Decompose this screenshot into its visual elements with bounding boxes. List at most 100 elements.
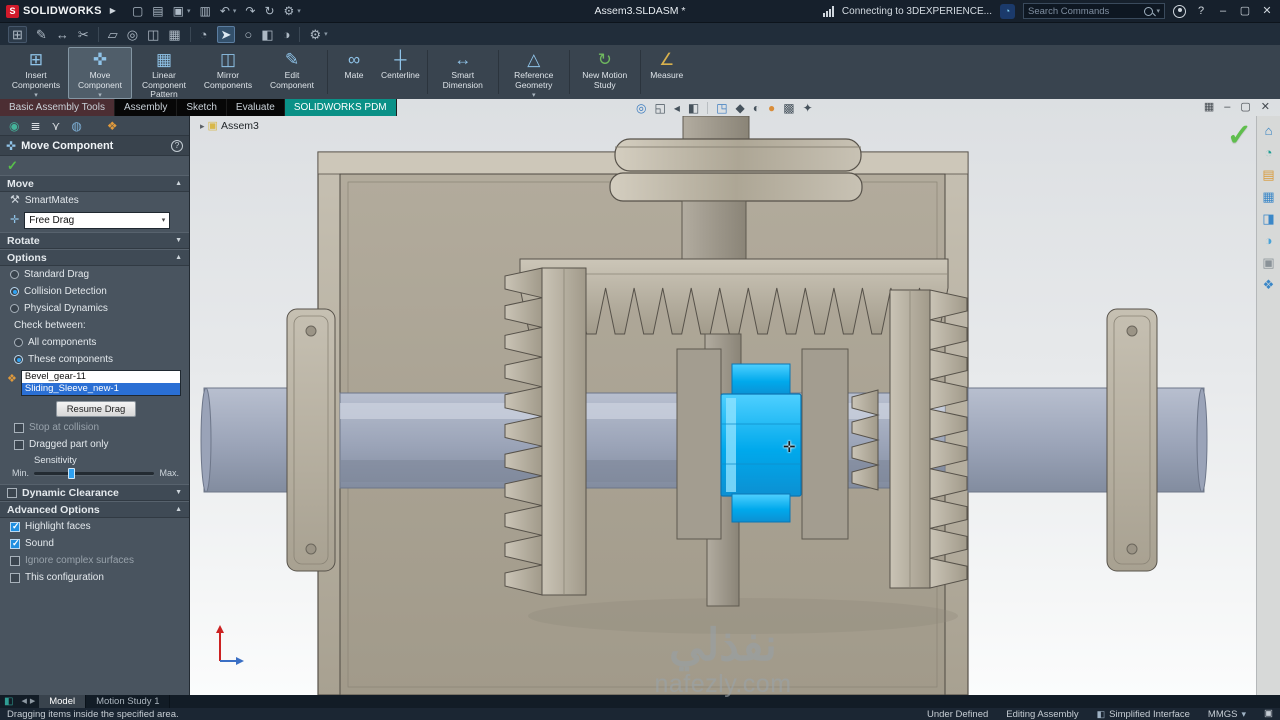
doc-close-icon[interactable]: ✕ — [1261, 102, 1270, 113]
flyout-arrow-icon[interactable]: ▶ — [110, 7, 116, 15]
hide-show-items-icon[interactable]: ◐ — [753, 102, 760, 114]
left-spider-plate[interactable] — [676, 348, 722, 540]
ribbon-button-mirror-components[interactable]: ◫ Mirror Components — [196, 47, 260, 99]
convert-entities-icon[interactable]: ▱ — [108, 28, 118, 41]
right-axle-shaft[interactable] — [967, 387, 1208, 493]
search-icon[interactable] — [1144, 6, 1154, 16]
tab-basic-assembly-tools[interactable]: Basic Assembly Tools — [0, 99, 115, 116]
left-bevel-gear[interactable] — [504, 267, 587, 596]
offset-icon[interactable]: ◎ — [127, 28, 138, 41]
section-header-dynamic-clearance[interactable]: Dynamic Clearance ▼ — [0, 484, 189, 501]
ribbon-button-reference-geometry[interactable]: △ Reference Geometry ▾ — [502, 47, 566, 99]
view-palette-icon[interactable]: ◨ — [1262, 212, 1274, 225]
status-tag-icon[interactable]: ▣ — [1264, 709, 1273, 719]
search-input[interactable] — [1028, 5, 1142, 17]
graphics-area[interactable]: ▸ ▣ Assem3 ◎ ◱ ◂ ◧ ◳ ◆ ◐ ● ▩ ✦ ▦ – ▢ ✕ ✓… — [0, 99, 1280, 698]
trim-icon[interactable]: ✂ — [78, 28, 89, 41]
options-gear-icon[interactable]: ⚙ — [284, 5, 295, 17]
dragged-part-only-checkbox[interactable]: Dragged part only — [0, 436, 189, 453]
sensitivity-slider[interactable] — [34, 467, 155, 479]
window-minimize-icon[interactable]: – — [1216, 5, 1230, 17]
window-restore-icon[interactable]: ▢ — [1238, 5, 1252, 17]
custom-properties-icon[interactable]: ▣ — [1262, 256, 1274, 269]
view-settings-icon[interactable]: ✦ — [803, 102, 813, 114]
right-bearing-flange[interactable] — [1106, 308, 1158, 572]
ribbon-button-linear-component-pattern[interactable]: ▦ Linear Component Pattern ▾ — [132, 47, 196, 109]
section-view-icon[interactable]: ◧ — [688, 102, 699, 114]
left-bearing-flange[interactable] — [286, 308, 336, 572]
previous-view-icon[interactable]: ◂ — [674, 102, 680, 114]
these-components-radio[interactable]: These components — [0, 351, 189, 368]
status-units[interactable]: MMGS ▾ — [1208, 709, 1246, 720]
chevron-down-icon[interactable]: ▾ — [1156, 8, 1160, 15]
collision-detection-radio[interactable]: Collision Detection — [0, 283, 189, 300]
zoom-area-icon[interactable]: ◱ — [654, 102, 665, 114]
stop-at-collision-checkbox[interactable]: Stop at collision — [0, 419, 189, 436]
ribbon-button-edit-component[interactable]: ✎ Edit Component — [260, 47, 324, 99]
assembly-name[interactable]: Assem3 — [221, 120, 259, 132]
smartmates-row[interactable]: ⚒ SmartMates — [0, 192, 189, 209]
physical-dynamics-radio[interactable]: Physical Dynamics — [0, 300, 189, 317]
dimension-icon[interactable]: ↔ — [56, 28, 69, 41]
status-simplified-interface[interactable]: ◧ Simplified Interface — [1097, 709, 1190, 720]
apply-scene-icon[interactable]: ▩ — [783, 102, 794, 114]
drag-mode-dropdown[interactable]: Free Drag ▾ — [24, 212, 171, 229]
pattern-icon[interactable]: ▦ — [168, 28, 180, 41]
tab-motion-study-1[interactable]: Motion Study 1 — [86, 695, 171, 708]
chevron-down-icon[interactable]: ▾ — [297, 8, 301, 15]
this-configuration-checkbox[interactable]: This configuration — [0, 569, 189, 586]
3dexperience-compass-icon[interactable]: ◔ — [1000, 3, 1015, 19]
solidworks-resources-icon[interactable]: ◧ — [0, 695, 17, 708]
ignore-complex-surfaces-checkbox[interactable]: Ignore complex surfaces — [0, 552, 189, 569]
ribbon-button-new-motion-study[interactable]: ↻ New Motion Study — [573, 47, 637, 99]
ribbon-button-measure[interactable]: ∠ Measure — [644, 47, 690, 99]
save-icon[interactable]: ▣ — [173, 5, 184, 17]
help-icon[interactable]: ? — [1194, 5, 1208, 17]
tab-assembly[interactable]: Assembly — [115, 99, 178, 116]
confirm-ok-button[interactable]: ✓ — [1227, 121, 1252, 151]
open-document-icon[interactable]: ▤ — [152, 5, 163, 17]
zoom-fit-icon[interactable]: ◎ — [636, 102, 646, 114]
edit-appearance-icon[interactable]: ● — [768, 102, 775, 114]
displaymanager-tab-icon[interactable]: ◍ — [71, 120, 81, 132]
featuremanager-tab-icon[interactable]: ≣ — [30, 120, 40, 132]
ok-button[interactable]: ✓ — [7, 159, 18, 172]
zoom-icon[interactable]: ○ — [244, 28, 252, 41]
user-account-icon[interactable] — [1173, 4, 1186, 18]
viewport-layout-icon[interactable]: ▦ — [1204, 102, 1214, 113]
ribbon-button-mate[interactable]: ∞ Mate — [331, 47, 377, 99]
list-item[interactable]: Bevel_gear-11 — [22, 371, 180, 383]
solidworks-logo[interactable]: S SOLIDWORKS — [6, 4, 102, 18]
window-close-icon[interactable]: ✕ — [1260, 5, 1274, 17]
tab-scroll-right-icon[interactable]: ▶ — [30, 698, 35, 705]
fillet-icon[interactable]: ◔ — [200, 28, 208, 41]
rebuild-icon[interactable]: ↻ — [264, 5, 274, 17]
appearances-tab-icon[interactable]: ❖ — [107, 120, 118, 132]
3d-viewport-scene[interactable] — [190, 116, 1256, 695]
tab-solidworks-pdm[interactable]: SOLIDWORKS PDM — [284, 99, 397, 116]
dynamic-clearance-checkbox[interactable] — [7, 487, 17, 498]
settings-gear-icon[interactable]: ⚙ — [309, 28, 321, 41]
list-item-selected[interactable]: Sliding_Sleeve_new-1 — [21, 383, 180, 395]
home-icon[interactable]: ⌂ — [1265, 124, 1273, 137]
all-components-radio[interactable]: All components — [0, 334, 189, 351]
propertymanager-tab-icon[interactable]: ◉ — [9, 120, 19, 132]
new-document-icon[interactable]: ▢ — [132, 5, 143, 17]
section-header-advanced-options[interactable]: Advanced Options ▲ — [0, 501, 189, 518]
chevron-down-icon[interactable]: ▾ — [233, 8, 237, 15]
ribbon-button-smart-dimension[interactable]: ↔ Smart Dimension — [431, 47, 495, 99]
tab-model[interactable]: Model — [39, 695, 87, 708]
ribbon-button-centerline[interactable]: ┼ Centerline — [377, 47, 424, 99]
standard-drag-radio[interactable]: Standard Drag — [0, 266, 189, 283]
section-header-options[interactable]: Options ▲ — [0, 249, 189, 266]
section-header-move[interactable]: Move ▲ — [0, 175, 189, 192]
section-view-icon[interactable]: ◧ — [261, 28, 273, 41]
tab-scroll-left-icon[interactable]: ◀ — [21, 698, 26, 705]
ribbon-button-move-component[interactable]: ✜ Move Component ▾ — [68, 47, 132, 99]
doc-minimize-icon[interactable]: – — [1224, 102, 1230, 113]
file-explorer-icon[interactable]: ▦ — [1262, 190, 1274, 203]
redo-icon[interactable]: ↷ — [245, 5, 255, 17]
print-icon[interactable]: ▥ — [199, 5, 210, 17]
command-grid-icon[interactable]: ⊞ — [8, 25, 27, 43]
design-library-icon[interactable]: ▤ — [1262, 168, 1274, 181]
